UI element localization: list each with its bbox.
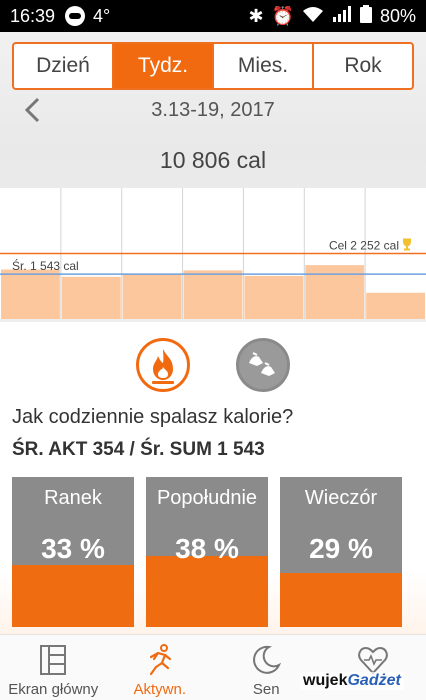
running-icon [149,644,171,676]
period-tabs: Dzień Tydz. Mies. Rok [12,42,414,90]
status-time: 16:39 [10,5,56,26]
wifi-icon [302,6,324,27]
bluetooth-icon: ✱ [248,5,264,26]
chart-goal-label: Cel 2 252 cal [329,238,399,252]
battery-icon [359,4,372,28]
activity-section: Jak codziennie spalasz kalorie? ŚR. AKT … [0,322,426,634]
moon-icon [253,645,282,674]
evening-card[interactable]: Wieczór 29 % [280,477,402,627]
calories-category-button[interactable] [136,338,190,392]
chart-bar [61,276,121,319]
status-bar: 16:39 4° ✱ ⏰ 80% [0,0,426,32]
tab-month[interactable]: Mies. [214,44,314,88]
card-label: Ranek [44,487,102,509]
battery-percent: 80% [379,5,416,26]
morning-fill [12,565,134,627]
fire-icon [152,349,174,384]
card-label: Wieczór [304,487,378,509]
card-label: Popołudnie [156,487,258,509]
nav-heart[interactable] [320,635,426,700]
date-range: 3.13-19, 2017 [151,99,275,121]
card-percent: 29 % [309,533,373,564]
watermark-brand: Gadżet [347,672,401,689]
card-percent: 33 % [41,533,105,564]
steps-category-button[interactable] [236,338,290,392]
signal-icon [332,5,352,27]
nav-home[interactable]: Ekran główny [0,635,107,700]
tab-week[interactable]: Tydz. [114,44,214,88]
chart-bar [183,270,243,319]
activity-summary: ŚR. AKT 354 / Śr. SUM 1 543 [12,439,265,460]
trophy-icon [403,238,411,251]
home-panels-icon [40,645,67,675]
watermark-prefix: wujek [303,672,348,689]
chart-average-label: Śr. 1 543 cal [12,258,79,273]
watermark-logo: wujekGadżet [300,672,404,690]
total-calories: 10 806 cal [159,147,267,173]
temperature: 4° [93,5,111,26]
chart-bar [244,275,304,319]
nav-label: Ekran główny [8,681,99,698]
afternoon-card[interactable]: Popołudnie 38 % [146,477,268,627]
nav-sleep[interactable]: Sen [213,635,320,700]
afternoon-fill [146,555,268,627]
tab-year[interactable]: Rok [314,44,412,88]
chart-bar [1,269,60,319]
bottom-navigation: Ekran główny Aktywn. Sen [0,634,426,700]
shoe-icon [249,352,275,376]
chart-bar [366,292,425,319]
alarm-icon: ⏰ [271,5,294,26]
question-text: Jak codziennie spalasz kalorie? [12,406,294,428]
chart-bar [305,265,365,319]
nav-activity[interactable]: Aktywn. [107,635,214,700]
weather-icon [65,6,86,26]
weekly-calories-chart: Śr. 1 543 calCel 2 252 calPONWTOŚROCZWPI… [0,188,426,322]
nav-label: Aktywn. [133,681,186,698]
morning-card[interactable]: Ranek 33 % [12,477,134,627]
tab-day[interactable]: Dzień [14,44,114,88]
card-percent: 38 % [175,533,239,564]
evening-fill [280,572,402,627]
chart-bar [122,273,182,319]
